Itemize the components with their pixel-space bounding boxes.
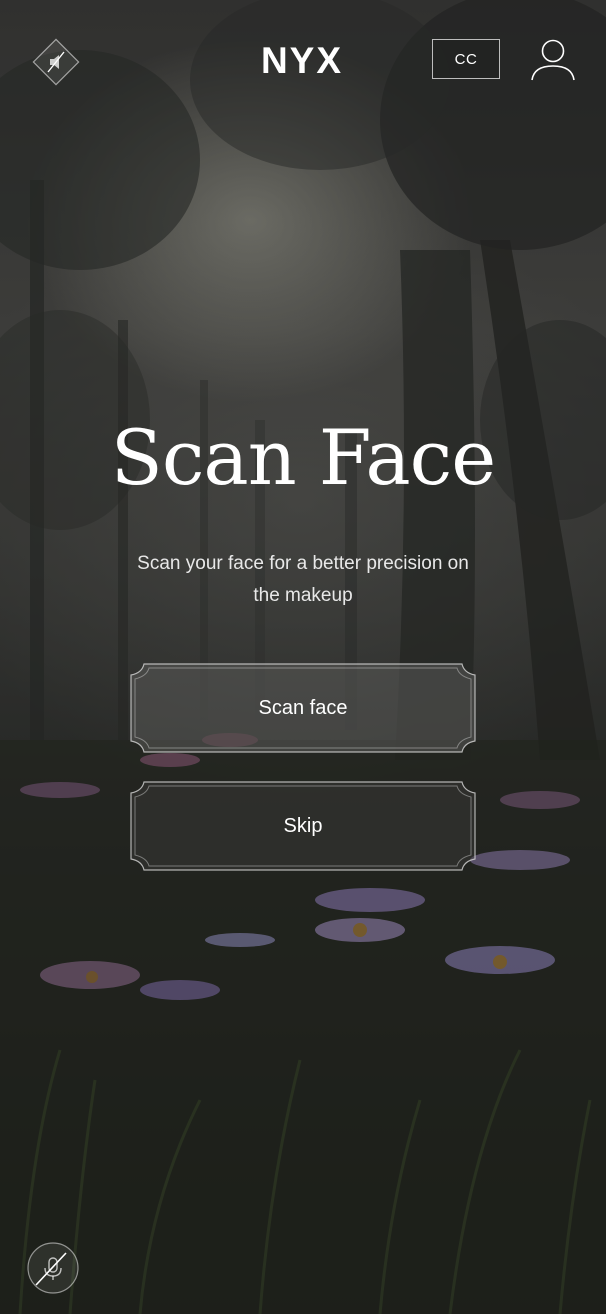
page-title: Scan Face bbox=[110, 413, 496, 502]
closed-captions-button[interactable]: CC bbox=[432, 39, 500, 79]
scan-face-label: Scan face bbox=[258, 696, 348, 719]
sound-muted-icon bbox=[32, 38, 80, 86]
microphone-toggle-button[interactable] bbox=[26, 1241, 80, 1295]
user-profile-icon bbox=[531, 39, 575, 81]
scan-face-button[interactable]: Scan face bbox=[130, 663, 476, 753]
skip-label: Skip bbox=[283, 814, 323, 837]
profile-button[interactable] bbox=[530, 38, 576, 82]
skip-button[interactable]: Skip bbox=[130, 781, 476, 871]
dim-overlay bbox=[0, 0, 606, 1314]
sound-toggle-button[interactable] bbox=[28, 34, 84, 90]
svg-text:NYX: NYX bbox=[261, 42, 343, 78]
scan-face-screen: NYX CC Scan Face Scan your face for a be… bbox=[0, 0, 606, 1314]
brand-logo: NYX bbox=[249, 40, 355, 81]
page-subtitle: Scan your face for a better precision on… bbox=[137, 553, 469, 606]
cc-label: CC bbox=[454, 50, 478, 68]
microphone-muted-icon bbox=[27, 1242, 79, 1294]
